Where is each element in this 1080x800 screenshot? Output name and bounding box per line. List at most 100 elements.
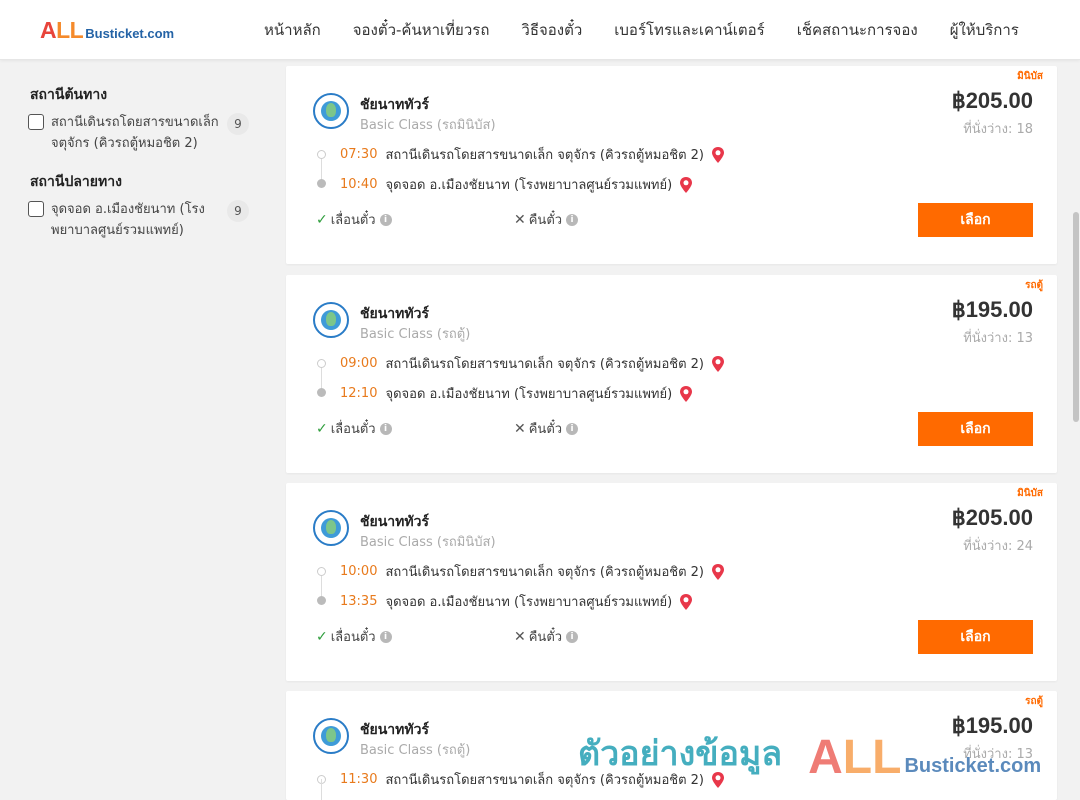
seats-available: ที่นั่งว่าง: 13 [963,747,1033,762]
refund-label: คืนตั๋ว [528,422,563,437]
ticket-price: ฿205.00 [951,88,1033,113]
service-class: Basic Class (รถตู้) [360,743,471,758]
cross-icon: ✕ [514,211,526,228]
departure-time: 11:30 [340,772,378,787]
departure-stop: 11:30 สถานีเดินรถโดยสารขนาดเล็ก จตุจักร … [340,769,726,790]
select-trip-button[interactable]: เลือก [918,620,1033,654]
filter-sidebar: สถานีต้นทาง สถานีเดินรถโดยสารขนาดเล็ก จต… [0,60,272,800]
departure-station: สถานีเดินรถโดยสารขนาดเล็ก จตุจักร (คิวรถ… [385,148,704,163]
refund-policy: ✕ คืนตั๋ว i [514,626,579,647]
page-scrollbar-track[interactable] [1070,60,1080,800]
main-nav: หน้าหลัก จองตั๋ว-ค้นหาเที่ยวรถ วิธีจองตั… [248,0,1035,60]
route-timeline [321,779,322,800]
refund-label: คืนตั๋ว [528,213,563,228]
arrival-station: จุดจอด อ.เมืองชัยนาท (โรงพยาบาลศูนย์รวมแ… [385,387,673,402]
departure-stop: 07:30 สถานีเดินรถโดยสารขนาดเล็ก จตุจักร … [340,144,726,165]
operator-name: ชัยนาททัวร์ [360,514,429,530]
nav-how-to-book[interactable]: วิธีจองตั๋ว [505,18,598,42]
service-class: Basic Class (รถมินิบัส) [360,118,496,133]
info-icon[interactable]: i [379,213,392,226]
timeline-end-dot [317,179,326,188]
dest-filter-count: 9 [227,200,249,222]
page-scrollbar-thumb[interactable] [1073,212,1079,422]
vehicle-type-badge: มินิบัส [1017,71,1043,82]
map-pin-icon[interactable] [710,146,726,164]
arrival-time: 12:10 [340,386,378,401]
nav-home[interactable]: หน้าหลัก [248,18,337,42]
select-trip-button[interactable]: เลือก [918,203,1033,237]
ticket-price: ฿195.00 [951,297,1033,322]
ticket-price: ฿195.00 [951,713,1033,738]
operator-logo [313,93,349,129]
arrival-station: จุดจอด อ.เมืองชัยนาท (โรงพยาบาลศูนย์รวมแ… [385,178,673,193]
map-pin-icon[interactable] [710,563,726,581]
reschedule-policy: ✓ เลื่อนตั๋ว i [316,626,392,647]
check-icon: ✓ [316,420,328,437]
departure-station: สถานีเดินรถโดยสารขนาดเล็ก จตุจักร (คิวรถ… [385,565,704,580]
vehicle-type-badge: รถตู้ [1025,280,1043,291]
seats-available: ที่นั่งว่าง: 24 [963,539,1033,554]
nav-book-search[interactable]: จองตั๋ว-ค้นหาเที่ยวรถ [337,18,506,42]
map-pin-icon[interactable] [678,385,694,403]
dest-filter-option[interactable]: จุดจอด อ.เมืองชัยนาท (โรงพยาบาลศูนย์รวมแ… [28,199,256,241]
seats-available: ที่นั่งว่าง: 13 [963,331,1033,346]
operator-name: ชัยนาททัวร์ [360,306,429,322]
map-pin-icon[interactable] [710,355,726,373]
trip-card: มินิบัส ชัยนาททัวร์ Basic Class (รถมินิบ… [286,66,1057,264]
site-logo[interactable]: ALL Busticket.com [40,17,174,44]
info-icon[interactable]: i [566,630,579,643]
trip-card: รถตู้ ชัยนาททัวร์ Basic Class (รถตู้) ฿1… [286,275,1057,473]
dest-filter-title: สถานีปลายทาง [30,174,122,190]
timeline-end-dot [317,388,326,397]
departure-time: 10:00 [340,564,378,579]
arrival-stop: 13:35 จุดจอด อ.เมืองชัยนาท (โรงพยาบาลศูน… [340,591,694,612]
departure-station: สถานีเดินรถโดยสารขนาดเล็ก จตุจักร (คิวรถ… [385,773,704,788]
operator-logo [313,718,349,754]
cross-icon: ✕ [514,628,526,645]
arrival-stop: 10:40 จุดจอด อ.เมืองชัยนาท (โรงพยาบาลศูน… [340,174,694,195]
reschedule-label: เลื่อนตั๋ว [330,630,376,645]
nav-phone-counter[interactable]: เบอร์โทรและเคาน์เตอร์ [598,18,780,42]
nav-operators[interactable]: ผู้ให้บริการ [934,18,1035,42]
operator-logo [313,510,349,546]
ticket-price: ฿205.00 [951,505,1033,530]
reschedule-label: เลื่อนตั๋ว [330,213,376,228]
reschedule-policy: ✓ เลื่อนตั๋ว i [316,209,392,230]
departure-stop: 10:00 สถานีเดินรถโดยสารขนาดเล็ก จตุจักร … [340,561,726,582]
seats-available: ที่นั่งว่าง: 18 [963,122,1033,137]
service-class: Basic Class (รถมินิบัส) [360,535,496,550]
arrival-time: 13:35 [340,594,378,609]
check-icon: ✓ [316,628,328,645]
info-icon[interactable]: i [566,422,579,435]
info-icon[interactable]: i [379,630,392,643]
origin-filter-label: สถานีเดินรถโดยสารขนาดเล็ก จตุจักร (คิวรถ… [51,115,219,151]
dest-filter-checkbox[interactable] [28,201,44,217]
origin-filter-count: 9 [227,113,249,135]
refund-policy: ✕ คืนตั๋ว i [514,209,579,230]
map-pin-icon[interactable] [710,771,726,789]
operator-name: ชัยนาททัวร์ [360,722,429,738]
reschedule-policy: ✓ เลื่อนตั๋ว i [316,418,392,439]
operator-logo [313,302,349,338]
info-icon[interactable]: i [379,422,392,435]
departure-stop: 09:00 สถานีเดินรถโดยสารขนาดเล็ก จตุจักร … [340,353,726,374]
cross-icon: ✕ [514,420,526,437]
arrival-stop: 12:10 จุดจอด อ.เมืองชัยนาท (โรงพยาบาลศูน… [340,383,694,404]
timeline-start-dot [317,359,326,368]
vehicle-type-badge: รถตู้ [1025,696,1043,707]
origin-filter-checkbox[interactable] [28,114,44,130]
departure-station: สถานีเดินรถโดยสารขนาดเล็ก จตุจักร (คิวรถ… [385,357,704,372]
arrival-station: จุดจอด อ.เมืองชัยนาท (โรงพยาบาลศูนย์รวมแ… [385,595,673,610]
nav-check-booking[interactable]: เช็คสถานะการจอง [781,18,934,42]
dest-filter-label: จุดจอด อ.เมืองชัยนาท (โรงพยาบาลศูนย์รวมแ… [51,202,205,238]
arrival-time: 10:40 [340,177,378,192]
refund-label: คืนตั๋ว [528,630,563,645]
select-trip-button[interactable]: เลือก [918,412,1033,446]
origin-filter-option[interactable]: สถานีเดินรถโดยสารขนาดเล็ก จตุจักร (คิวรถ… [28,112,256,154]
trip-card: รถตู้ ชัยนาททัวร์ Basic Class (รถตู้) ฿1… [286,691,1057,800]
timeline-end-dot [317,596,326,605]
timeline-start-dot [317,567,326,576]
map-pin-icon[interactable] [678,593,694,611]
info-icon[interactable]: i [566,213,579,226]
map-pin-icon[interactable] [678,176,694,194]
